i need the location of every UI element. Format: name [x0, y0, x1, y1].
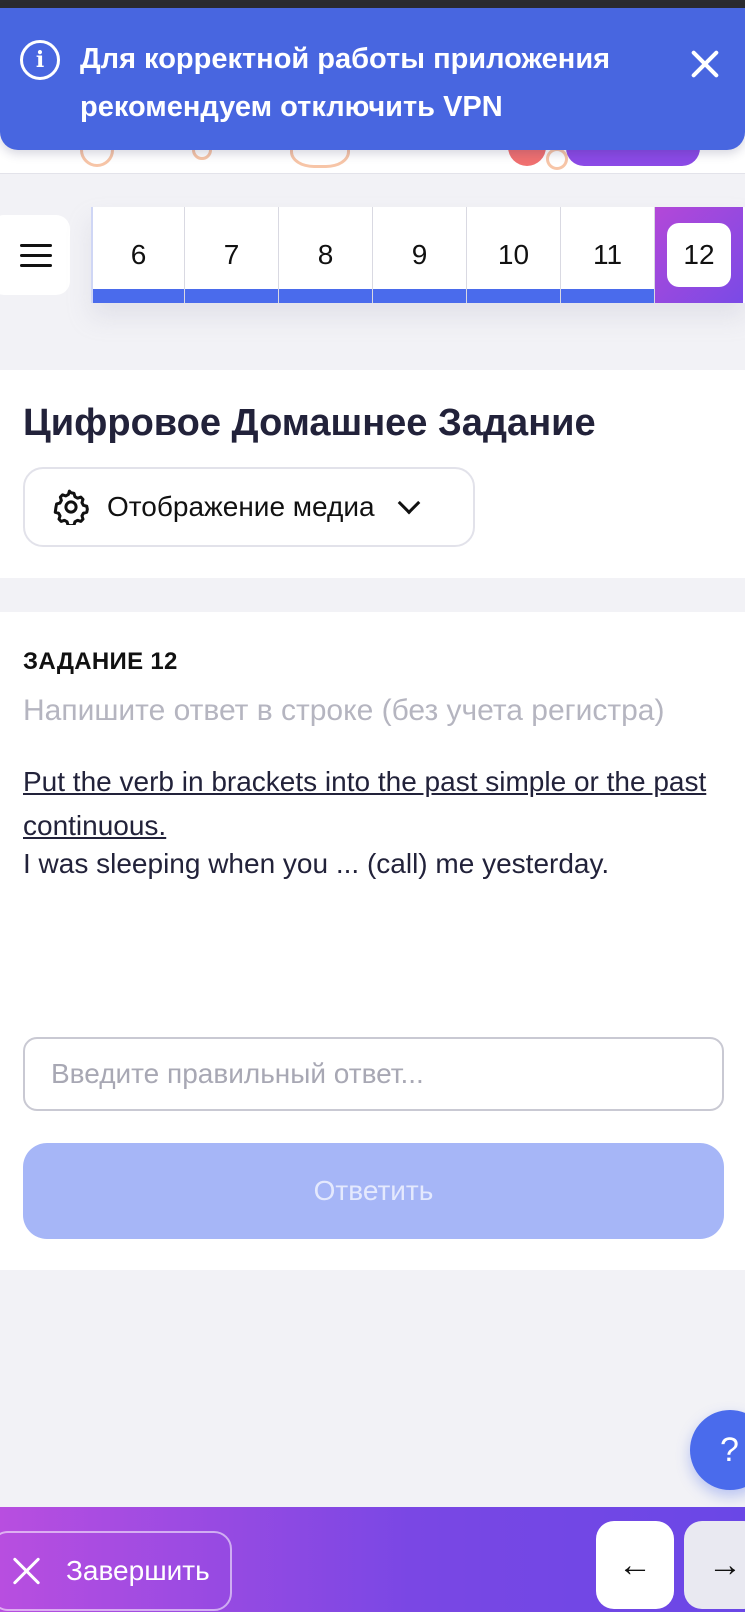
help-label: ?	[720, 1430, 739, 1469]
previous-button[interactable]: ←	[596, 1521, 674, 1609]
bottom-bar: Завершить ← →	[0, 1507, 745, 1612]
progress-bar	[185, 289, 278, 303]
question-number: 6	[130, 239, 147, 270]
question-tab[interactable]: 10	[467, 207, 561, 303]
title-card: Цифровое Домашнее Задание Отображение ме…	[0, 370, 745, 578]
help-button[interactable]: ?	[690, 1410, 745, 1490]
finish-label: Завершить	[66, 1555, 210, 1586]
arrow-right-icon: →	[708, 1545, 742, 1584]
menu-line	[20, 253, 52, 257]
next-button[interactable]: →	[684, 1521, 745, 1609]
status-strip	[0, 0, 745, 8]
media-display-label: Отображение медиа	[107, 491, 375, 522]
decor-circle	[546, 148, 568, 170]
question-number: 11	[592, 239, 623, 270]
chevron-down-icon	[397, 491, 420, 515]
arrow-left-icon: ←	[618, 1545, 652, 1584]
question-number: 8	[317, 239, 334, 270]
question-tab[interactable]: 11	[561, 207, 655, 303]
task-card: ЗАДАНИЕ 12 Напишите ответ в строке (без …	[0, 612, 745, 1270]
task-instruction: Put the verb in brackets into the past s…	[23, 766, 707, 841]
info-icon: i	[20, 40, 60, 80]
progress-bar	[373, 289, 466, 303]
finish-button[interactable]: Завершить	[0, 1531, 232, 1611]
gear-icon	[53, 489, 89, 525]
task-sentence: I was sleeping when you ... (call) me ye…	[23, 848, 610, 879]
question-tab[interactable]: 6	[91, 207, 185, 303]
menu-line	[20, 263, 52, 267]
close-icon[interactable]	[689, 48, 721, 80]
progress-bar	[93, 289, 184, 303]
question-tab[interactable]: 9	[373, 207, 467, 303]
question-tab[interactable]: 8	[279, 207, 373, 303]
question-tab-active[interactable]: 12	[655, 207, 743, 303]
question-number: 10	[497, 239, 530, 270]
question-number: 7	[223, 239, 240, 270]
question-navigator: 6 7 8 9 10 11 12	[91, 207, 745, 303]
media-display-button[interactable]: Отображение медиа	[23, 467, 475, 547]
page-title: Цифровое Домашнее Задание	[23, 402, 596, 444]
progress-bar	[279, 289, 372, 303]
task-number: ЗАДАНИЕ 12	[23, 648, 178, 675]
progress-bar	[561, 289, 654, 303]
submit-answer-button[interactable]: Ответить	[23, 1143, 724, 1239]
question-number: 12	[667, 223, 731, 287]
menu-line	[20, 243, 52, 247]
banner-text: Для корректной работы приложения рекомен…	[80, 43, 611, 123]
close-icon	[12, 1556, 42, 1586]
progress-bar	[467, 289, 560, 303]
task-hint: Напишите ответ в строке (без учета регис…	[23, 694, 665, 727]
vpn-banner: i Для корректной работы приложения реком…	[0, 8, 745, 150]
answer-input[interactable]	[23, 1037, 724, 1111]
question-tab[interactable]: 7	[185, 207, 279, 303]
question-number: 9	[411, 239, 428, 270]
menu-button[interactable]	[0, 215, 70, 295]
